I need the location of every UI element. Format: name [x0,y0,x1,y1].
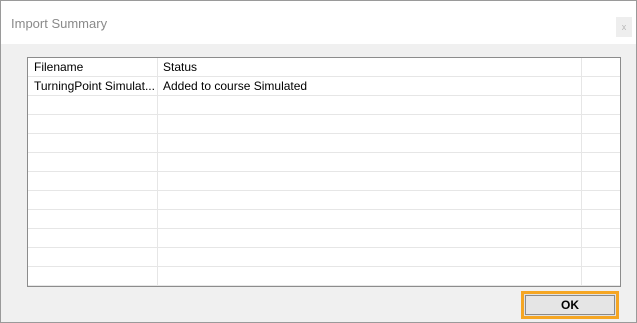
empty-row [28,229,620,248]
empty-row [28,134,620,153]
ok-button-label: OK [525,295,615,315]
filename-cell: TurningPoint Simulat... [34,79,155,93]
empty-row [28,153,620,172]
table-row[interactable]: TurningPoint Simulat... Added to course … [28,77,620,96]
close-button[interactable]: x [616,17,632,37]
ok-button[interactable]: OK [521,291,619,319]
empty-row [28,210,620,229]
import-summary-dialog: Import Summary x Filename Status Turning… [0,0,637,323]
empty-row [28,172,620,191]
empty-row [28,96,620,115]
empty-row [28,248,620,267]
dialog-title: Import Summary [11,16,108,31]
import-results-table: Filename Status TurningPoint Simulat... … [27,57,621,287]
column-header-status[interactable]: Status [163,58,583,76]
status-cell: Added to course Simulated [163,79,308,93]
empty-row [28,115,620,134]
empty-row [28,267,620,286]
column-header-filename[interactable]: Filename [34,58,156,76]
table-header-row: Filename Status [28,58,620,77]
empty-row [28,191,620,210]
title-bar: Import Summary x [1,1,636,44]
